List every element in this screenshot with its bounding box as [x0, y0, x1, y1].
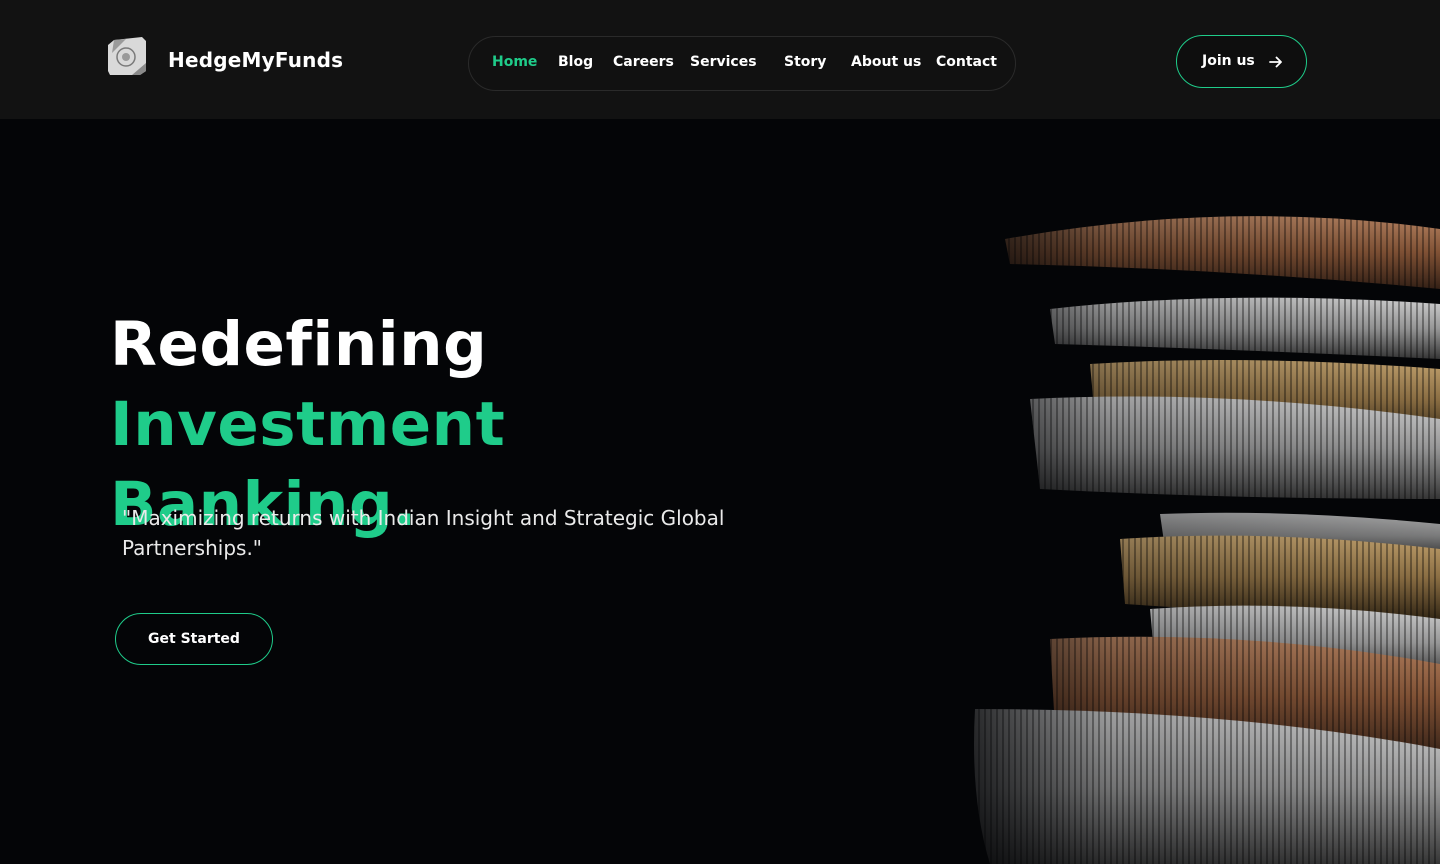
- nav-item-contact[interactable]: Contact: [936, 54, 997, 70]
- main-nav: Home Blog Careers Services Story About u…: [468, 36, 1016, 91]
- coins-stack-image: [930, 119, 1440, 864]
- join-us-label: Join us: [1202, 53, 1255, 69]
- nav-item-home[interactable]: Home: [492, 54, 537, 70]
- arrow-right-icon: [1269, 56, 1282, 68]
- nav-item-about-us[interactable]: About us: [851, 54, 921, 70]
- hero-title-part2: Investment: [110, 389, 506, 460]
- nav-item-blog[interactable]: Blog: [558, 54, 593, 70]
- site-header: HedgeMyFunds Home Blog Careers Services …: [0, 0, 1440, 119]
- join-us-button[interactable]: Join us: [1176, 35, 1307, 88]
- hero-tagline: "Maximizing returns with Indian Insight …: [122, 506, 725, 560]
- get-started-label: Get Started: [148, 631, 240, 647]
- nav-item-services[interactable]: Services: [690, 54, 757, 70]
- get-started-button[interactable]: Get Started: [115, 613, 273, 665]
- hero-title-part1: Redefining: [110, 309, 488, 380]
- brand-name[interactable]: HedgeMyFunds: [168, 48, 343, 72]
- nav-item-careers[interactable]: Careers: [613, 54, 674, 70]
- nav-item-story[interactable]: Story: [784, 54, 826, 70]
- hero-section: Redefining Investment Banking. "Maximizi…: [0, 119, 1440, 864]
- logo-icon[interactable]: [106, 37, 148, 81]
